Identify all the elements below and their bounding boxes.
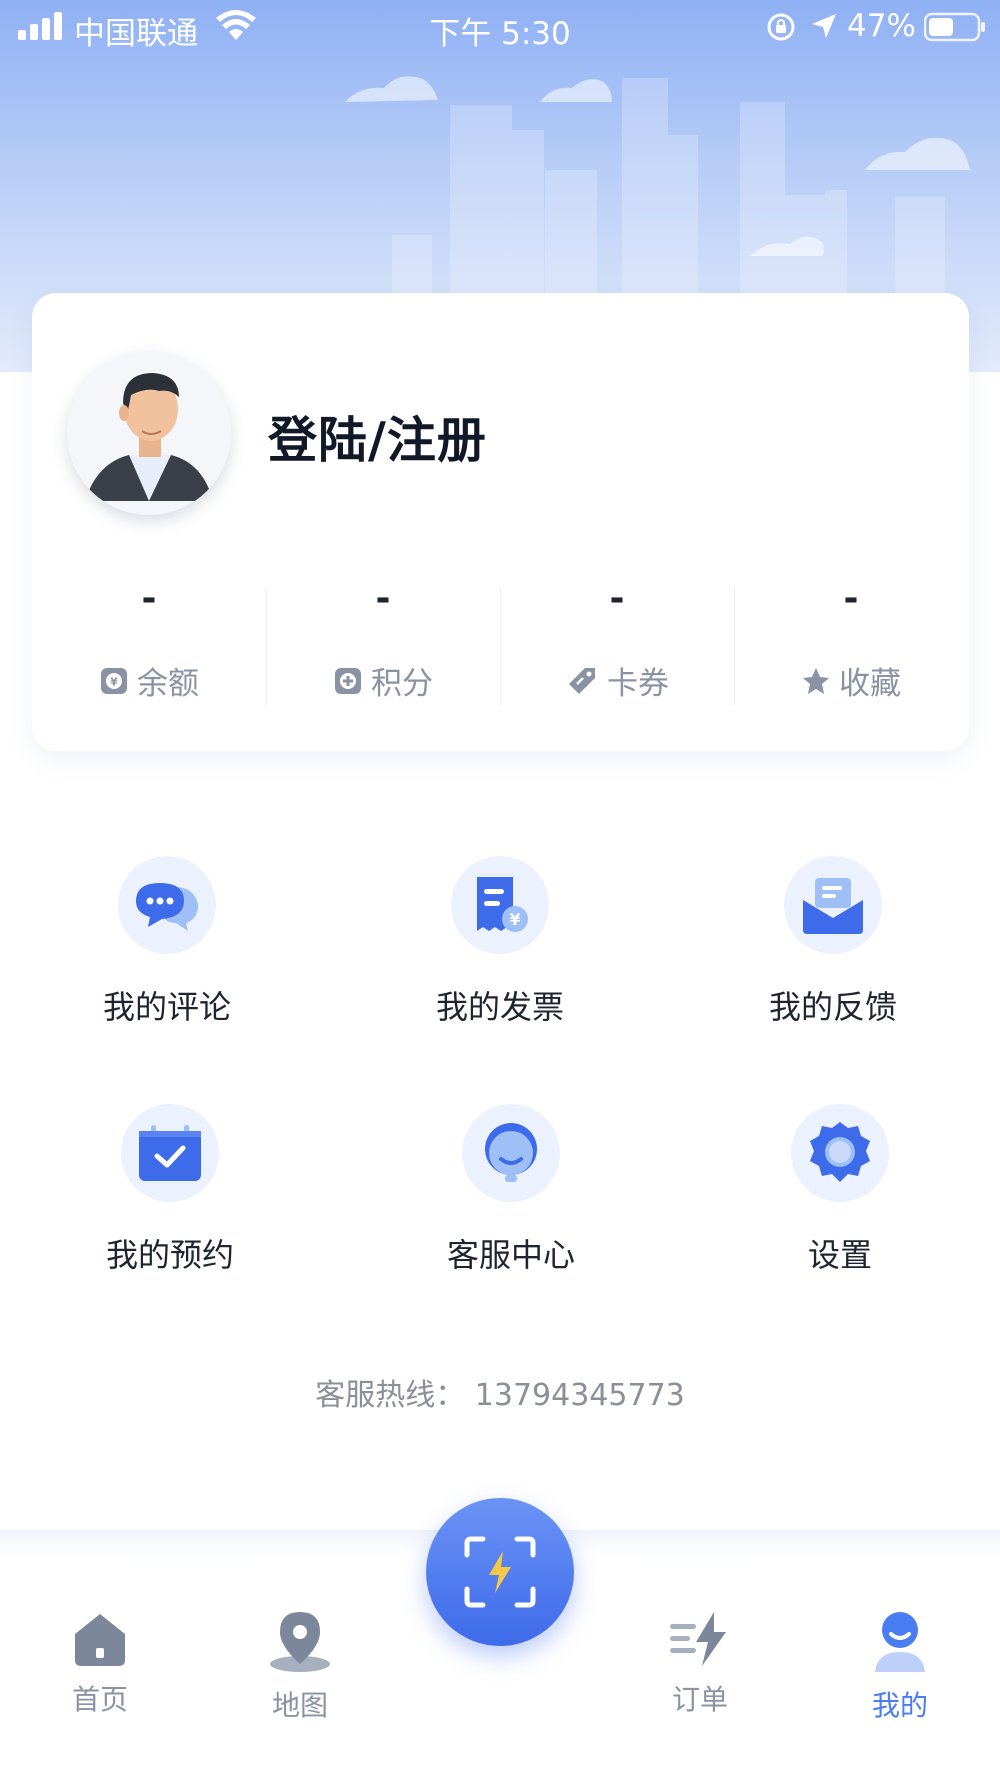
status-bar: 中国联通 下午 5:30 47% bbox=[0, 0, 1000, 56]
map-pin-icon bbox=[270, 1612, 330, 1672]
menu-item-invoices[interactable]: ¥ 我的发票 bbox=[400, 856, 600, 1028]
tab-label: 我的 bbox=[871, 1689, 928, 1722]
battery-percentage: 47% bbox=[847, 8, 916, 44]
menu-label: 我的预约 bbox=[105, 1236, 234, 1274]
stat-value: - bbox=[141, 578, 157, 619]
coupon-icon bbox=[569, 667, 595, 694]
feedback-icon bbox=[803, 878, 863, 934]
home-icon bbox=[75, 1614, 125, 1666]
rotation-lock-icon bbox=[767, 13, 795, 41]
menu-item-settings[interactable]: 设置 bbox=[740, 1104, 940, 1276]
menu-item-feedback[interactable]: 我的反馈 bbox=[733, 856, 933, 1028]
invoice-icon: ¥ bbox=[477, 877, 528, 932]
star-icon bbox=[803, 667, 829, 694]
svg-text:¥: ¥ bbox=[110, 675, 118, 688]
stat-points[interactable]: - 积分 bbox=[266, 578, 500, 708]
order-icon bbox=[670, 1612, 726, 1666]
menu-label: 我的发票 bbox=[435, 988, 564, 1026]
scan-charge-button[interactable] bbox=[426, 1498, 574, 1646]
stat-label: 积分 bbox=[371, 666, 433, 702]
profile-icon bbox=[875, 1612, 925, 1672]
battery-icon bbox=[924, 12, 985, 42]
stat-label: 收藏 bbox=[839, 666, 901, 702]
tab-profile[interactable]: 我的 bbox=[840, 1610, 960, 1724]
login-register-link[interactable]: 登陆/注册 bbox=[268, 401, 487, 472]
avatar-illustration bbox=[67, 351, 231, 515]
tab-label: 订单 bbox=[671, 1683, 728, 1716]
menu-item-comments[interactable]: 我的评论 bbox=[67, 856, 267, 1028]
stat-label: 余额 bbox=[137, 666, 199, 702]
customer-service-hotline[interactable]: 客服热线： 13794345773 bbox=[0, 1370, 1000, 1414]
menu-label: 设置 bbox=[807, 1236, 872, 1274]
stat-value: - bbox=[843, 578, 859, 619]
comment-icon bbox=[136, 883, 198, 931]
menu-label: 客服中心 bbox=[446, 1236, 575, 1274]
stat-value: - bbox=[375, 578, 391, 619]
avatar[interactable] bbox=[67, 351, 231, 515]
stat-coupons[interactable]: - 卡券 bbox=[500, 578, 734, 708]
svg-text:¥: ¥ bbox=[509, 910, 520, 929]
tab-label: 地图 bbox=[271, 1689, 328, 1722]
stat-favorites[interactable]: - 收藏 bbox=[734, 578, 968, 708]
tab-home[interactable]: 首页 bbox=[40, 1610, 160, 1718]
tab-map[interactable]: 地图 bbox=[240, 1610, 360, 1724]
calendar-icon bbox=[139, 1125, 201, 1181]
menu-item-customer-service[interactable]: 客服中心 bbox=[411, 1104, 611, 1276]
stat-label: 卡券 bbox=[607, 666, 669, 702]
stat-balance[interactable]: - ¥ 余额 bbox=[32, 578, 266, 708]
menu-item-reservations[interactable]: 我的预约 bbox=[70, 1104, 270, 1276]
tab-label: 首页 bbox=[71, 1683, 128, 1716]
tab-orders[interactable]: 订单 bbox=[640, 1610, 760, 1718]
stat-value: - bbox=[609, 578, 625, 619]
location-arrow-icon bbox=[812, 14, 836, 38]
wallet-icon: ¥ bbox=[101, 667, 127, 694]
profile-card: 登陆/注册 - ¥ 余额 - 积分 - 卡券 - 收藏 bbox=[32, 293, 969, 751]
menu-label: 我的评论 bbox=[102, 988, 231, 1026]
settings-icon bbox=[810, 1122, 870, 1182]
scan-charge-icon bbox=[464, 1536, 536, 1608]
customer-service-icon bbox=[485, 1123, 537, 1182]
menu-label: 我的反馈 bbox=[768, 988, 897, 1026]
points-icon bbox=[335, 667, 361, 694]
stats-row: - ¥ 余额 - 积分 - 卡券 - 收藏 bbox=[32, 578, 969, 708]
